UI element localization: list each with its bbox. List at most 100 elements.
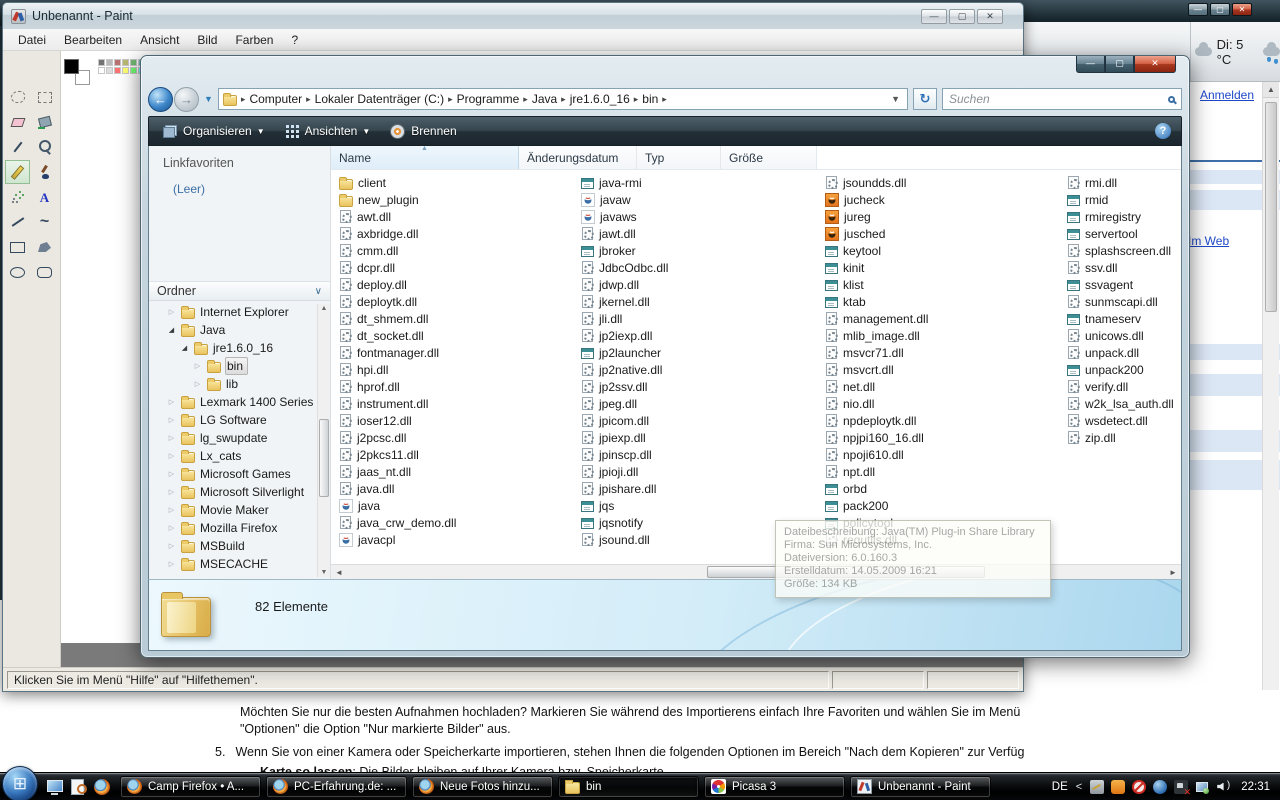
column-header[interactable]: Änderungsdatum xyxy=(519,146,637,169)
file-item[interactable]: jqs xyxy=(581,497,819,514)
volume-tray-icon[interactable] xyxy=(1216,780,1230,794)
explorer-close-button[interactable]: ✕ xyxy=(1134,56,1176,73)
file-item[interactable]: jureg xyxy=(825,208,1063,225)
file-item[interactable]: fontmanager.dll xyxy=(339,344,577,361)
file-item[interactable]: dt_socket.dll xyxy=(339,327,577,344)
file-item[interactable]: unpack.dll xyxy=(1067,344,1181,361)
file-item[interactable]: msvcrt.dll xyxy=(825,361,1063,378)
network-tray-icon[interactable] xyxy=(1195,780,1209,794)
file-item[interactable]: jawt.dll xyxy=(581,225,819,242)
paint-maximize-button[interactable]: ▢ xyxy=(949,9,975,24)
paint-tool-text[interactable] xyxy=(32,185,57,209)
file-item[interactable]: ssvagent xyxy=(1067,276,1181,293)
help-icon[interactable]: ? xyxy=(1155,123,1171,139)
scroll-down-icon[interactable]: ▼ xyxy=(318,569,330,576)
file-item[interactable]: jp2iexp.dll xyxy=(581,327,819,344)
file-item[interactable]: client xyxy=(339,174,577,191)
file-item[interactable]: ktab xyxy=(825,293,1063,310)
file-item[interactable]: msvcr71.dll xyxy=(825,344,1063,361)
task-button[interactable]: Unbenannt - Paint xyxy=(850,776,991,798)
file-item[interactable]: jpicom.dll xyxy=(581,412,819,429)
scroll-up-icon[interactable]: ▲ xyxy=(318,305,330,312)
file-item[interactable]: net.dll xyxy=(825,378,1063,395)
palette-swatch[interactable] xyxy=(114,59,121,66)
tree-item[interactable]: ▷Microsoft Games xyxy=(149,465,330,483)
palette-swatch[interactable] xyxy=(114,67,121,74)
explorer-maximize-button[interactable]: ▢ xyxy=(1105,56,1134,73)
file-item[interactable]: cmm.dll xyxy=(339,242,577,259)
paint-tool-pencil[interactable] xyxy=(5,160,30,184)
paint-tool-rect[interactable] xyxy=(5,235,30,259)
file-item[interactable]: w2k_lsa_auth.dll xyxy=(1067,395,1181,412)
palette-swatch[interactable] xyxy=(98,59,105,66)
security-tray-icon[interactable] xyxy=(1090,780,1104,794)
views-button[interactable]: Ansichten ▼ xyxy=(277,120,379,142)
paint-minimize-button[interactable]: — xyxy=(921,9,947,24)
firefox-icon[interactable] xyxy=(94,779,110,795)
file-item[interactable]: javaw xyxy=(581,191,819,208)
page-scrollbar[interactable]: ▲ xyxy=(1262,82,1279,690)
tree-item[interactable]: ▷Mozilla Firefox xyxy=(149,519,330,537)
signin-link[interactable]: Anmelden xyxy=(1200,88,1254,102)
file-item[interactable]: unicows.dll xyxy=(1067,327,1181,344)
file-item[interactable]: pack200 xyxy=(825,497,1063,514)
file-item[interactable]: jpinscp.dll xyxy=(581,446,819,463)
task-button[interactable]: Camp Firefox • A... xyxy=(120,776,261,798)
tree-item[interactable]: ▷lib xyxy=(149,375,330,393)
file-item[interactable]: new_plugin xyxy=(339,191,577,208)
file-item[interactable]: deploy.dll xyxy=(339,276,577,293)
scroll-right-icon[interactable]: ► xyxy=(1165,568,1181,577)
file-item[interactable]: rmid xyxy=(1067,191,1181,208)
tree-item[interactable]: ▷MSECACHE xyxy=(149,555,330,573)
file-item[interactable]: jkernel.dll xyxy=(581,293,819,310)
file-item[interactable]: npjpi160_16.dll xyxy=(825,429,1063,446)
tree-expanded-icon[interactable]: ◢ xyxy=(166,326,177,334)
tree-item[interactable]: ▷Lexmark 1400 Series xyxy=(149,393,330,411)
file-item[interactable]: hpi.dll xyxy=(339,361,577,378)
breadcrumb-item[interactable]: Java xyxy=(528,91,561,107)
file-item[interactable]: j2pcsc.dll xyxy=(339,429,577,446)
search-box[interactable] xyxy=(942,88,1182,110)
task-button[interactable]: bin xyxy=(558,776,699,798)
file-item[interactable]: verify.dll xyxy=(1067,378,1181,395)
burn-button[interactable]: Brennen xyxy=(382,120,464,143)
file-item[interactable]: javacpl xyxy=(339,531,577,548)
file-item[interactable]: nio.dll xyxy=(825,395,1063,412)
file-item[interactable]: instrument.dll xyxy=(339,395,577,412)
paint-tool-line[interactable] xyxy=(5,210,30,234)
tree-collapsed-icon[interactable]: ▷ xyxy=(166,434,177,442)
tree-collapsed-icon[interactable]: ▷ xyxy=(166,506,177,514)
tree-item[interactable]: ▷LG Software xyxy=(149,411,330,429)
file-item[interactable]: jaas_nt.dll xyxy=(339,463,577,480)
scroll-left-icon[interactable]: ◄ xyxy=(331,568,347,577)
background-minimize-button[interactable]: — xyxy=(1188,3,1208,16)
tree-collapsed-icon[interactable]: ▷ xyxy=(166,524,177,532)
address-bar[interactable]: ▸Computer▸Lokaler Datenträger (C:)▸Progr… xyxy=(218,88,908,110)
palette-swatch[interactable] xyxy=(106,59,113,66)
file-item[interactable]: kinit xyxy=(825,259,1063,276)
file-item[interactable]: keytool xyxy=(825,242,1063,259)
file-item[interactable]: jbroker xyxy=(581,242,819,259)
file-item[interactable]: zip.dll xyxy=(1067,429,1181,446)
palette-swatch[interactable] xyxy=(98,67,105,74)
paint-tool-eraser[interactable] xyxy=(5,110,30,134)
scrollbar-thumb[interactable] xyxy=(1265,102,1277,312)
file-item[interactable]: orbd xyxy=(825,480,1063,497)
tree-scrollbar[interactable]: ▲ ▼ xyxy=(317,304,330,577)
blocked-tray-icon[interactable] xyxy=(1132,780,1146,794)
file-item[interactable]: jdwp.dll xyxy=(581,276,819,293)
search-input[interactable] xyxy=(949,92,1164,106)
file-item[interactable]: awt.dll xyxy=(339,208,577,225)
tree-expanded-icon[interactable]: ◢ xyxy=(179,344,190,352)
file-item[interactable]: java_crw_demo.dll xyxy=(339,514,577,531)
file-item[interactable]: deploytk.dll xyxy=(339,293,577,310)
file-item[interactable]: jpeg.dll xyxy=(581,395,819,412)
file-item[interactable]: j2pkcs11.dll xyxy=(339,446,577,463)
file-item[interactable]: jp2launcher xyxy=(581,344,819,361)
file-item[interactable]: jp2native.dll xyxy=(581,361,819,378)
paint-tool-select[interactable] xyxy=(32,85,57,109)
paint-tool-ellipse[interactable] xyxy=(5,260,30,284)
paint-tool-brush[interactable] xyxy=(32,160,57,184)
file-item[interactable]: jsoundds.dll xyxy=(825,174,1063,191)
task-button[interactable]: Picasa 3 xyxy=(704,776,845,798)
